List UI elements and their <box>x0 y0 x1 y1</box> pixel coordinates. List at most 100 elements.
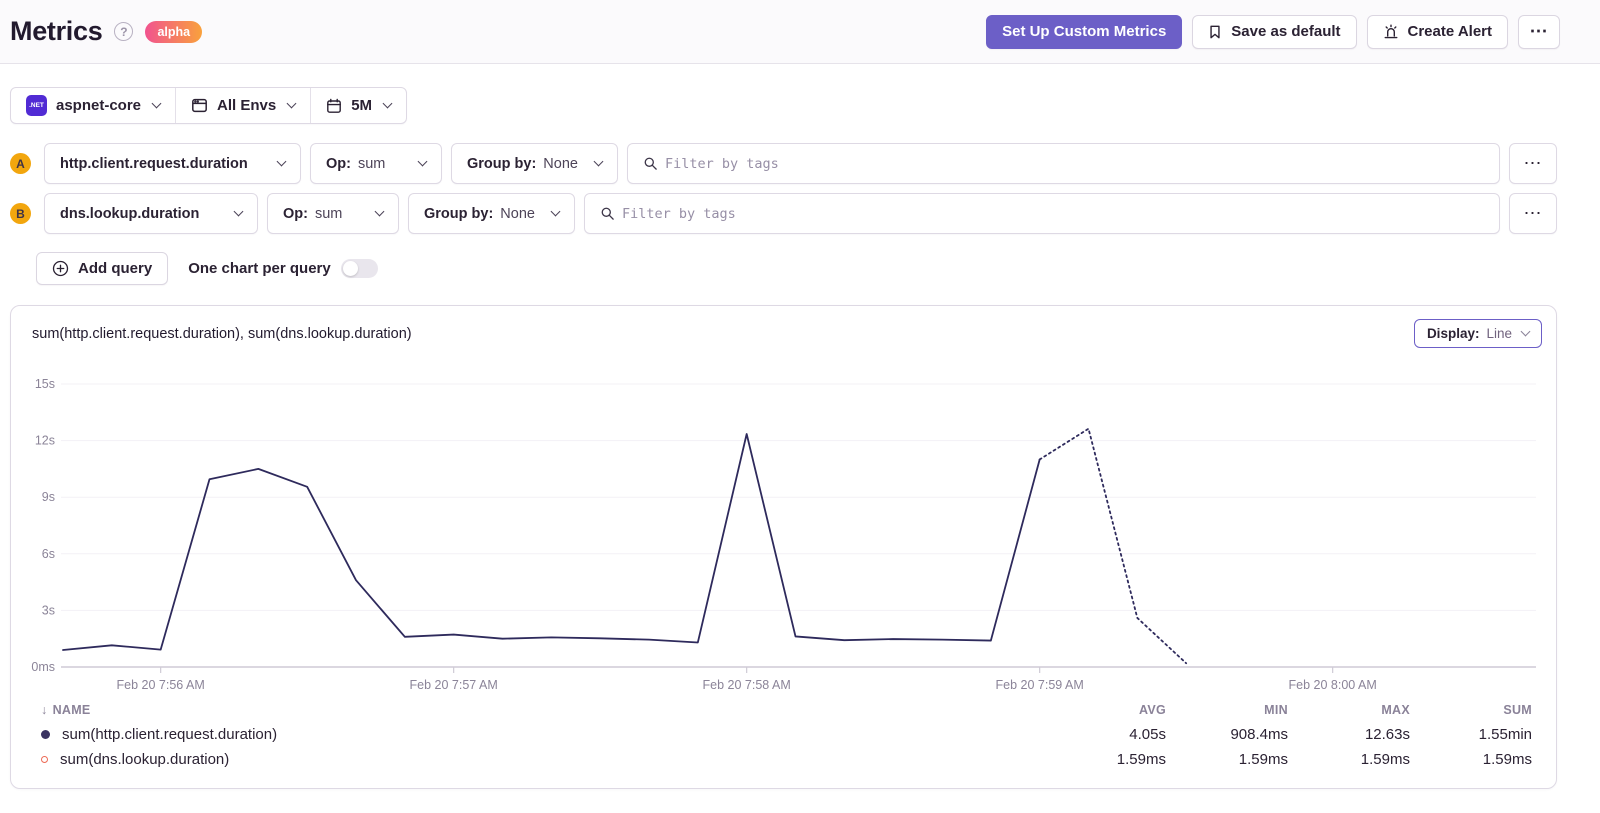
svg-text:Feb 20 7:58 AM: Feb 20 7:58 AM <box>703 678 791 692</box>
tag-filter-input[interactable] <box>622 205 1484 222</box>
sort-descending-icon[interactable]: ↓ <box>41 703 48 717</box>
toggle-knob <box>342 261 358 276</box>
query-more-button[interactable]: ⋯ <box>1509 143 1557 184</box>
query-actions-row: Add query One chart per query <box>10 252 1557 285</box>
table-row[interactable]: sum(dns.lookup.duration) 1.59ms 1.59ms 1… <box>41 747 1532 772</box>
svg-text:Feb 20 8:00 AM: Feb 20 8:00 AM <box>1289 678 1377 692</box>
op-label: Op: <box>326 155 351 172</box>
page-filter-bar: .NET aspnet-core All Envs 5M <box>10 87 408 124</box>
series-name: sum(dns.lookup.duration) <box>60 751 230 768</box>
column-avg[interactable]: AVG <box>1044 703 1166 717</box>
chart-panel: sum(http.client.request.duration), sum(d… <box>10 305 1557 789</box>
op-label: Op: <box>283 205 308 222</box>
alpha-badge: alpha <box>145 20 203 43</box>
column-max[interactable]: MAX <box>1288 703 1410 717</box>
metric-select-value: dns.lookup.duration <box>60 205 200 222</box>
sum-value: 1.55min <box>1478 726 1532 743</box>
svg-text:Feb 20 7:57 AM: Feb 20 7:57 AM <box>410 678 498 692</box>
avg-value: 1.59ms <box>1116 751 1166 768</box>
chevron-down-icon <box>286 98 297 109</box>
svg-text:Feb 20 7:56 AM: Feb 20 7:56 AM <box>117 678 205 692</box>
min-value: 1.59ms <box>1238 751 1288 768</box>
page-header: Metrics ? alpha Set Up Custom Metrics Sa… <box>0 0 1600 64</box>
max-value: 12.63s <box>1364 726 1410 743</box>
op-select[interactable]: Op: sum <box>267 193 399 234</box>
timerange-select[interactable]: 5M <box>310 88 406 123</box>
environment-select[interactable]: All Envs <box>175 88 310 123</box>
sum-value: 1.59ms <box>1482 751 1532 768</box>
bookmark-icon <box>1208 24 1222 40</box>
header-more-button[interactable]: ⋯ <box>1518 14 1560 49</box>
calendar-icon <box>326 98 342 114</box>
query-row-a: A http.client.request.duration Op: sum G… <box>10 143 1557 184</box>
column-min[interactable]: MIN <box>1166 703 1288 717</box>
dotnet-icon: .NET <box>26 95 47 116</box>
chevron-down-icon <box>593 156 604 167</box>
metrics-line-chart[interactable]: 0ms 3s 6s 9s 12s 15s Feb 20 7:56 AM Feb 20 7:57… <box>21 356 1551 696</box>
one-chart-per-query-toggle[interactable] <box>340 259 378 278</box>
series-marker-filled-icon <box>41 730 50 739</box>
series-marker-open-icon <box>41 756 48 763</box>
metric-select[interactable]: http.client.request.duration <box>44 143 301 184</box>
save-as-default-button[interactable]: Save as default <box>1192 14 1357 49</box>
display-label: Display: <box>1426 326 1480 341</box>
display-value: Line <box>1486 326 1512 341</box>
setup-custom-metrics-button[interactable]: Set Up Custom Metrics <box>986 14 1183 49</box>
chevron-down-icon <box>374 206 385 217</box>
group-by-value: None <box>500 205 535 222</box>
chevron-down-icon <box>550 206 561 217</box>
one-chart-per-query-label: One chart per query <box>188 260 331 277</box>
create-alert-label: Create Alert <box>1407 23 1492 40</box>
svg-text:12s: 12s <box>35 434 55 448</box>
chevron-down-icon <box>382 98 393 109</box>
series-name: sum(http.client.request.duration) <box>62 726 278 743</box>
search-icon <box>600 206 615 221</box>
group-by-value: None <box>543 155 578 172</box>
min-value: 908.4ms <box>1230 726 1288 743</box>
create-alert-button[interactable]: Create Alert <box>1366 14 1508 49</box>
save-as-default-label: Save as default <box>1231 23 1341 40</box>
chevron-down-icon <box>151 98 162 109</box>
summary-table: ↓ NAME AVG MIN MAX SUM sum(http.client.r… <box>11 698 1556 772</box>
query-letter-badge: A <box>10 153 31 174</box>
chevron-down-icon <box>276 156 287 167</box>
help-icon[interactable]: ? <box>114 22 134 41</box>
query-more-button[interactable]: ⋯ <box>1509 193 1557 234</box>
op-value: sum <box>357 155 386 172</box>
add-query-label: Add query <box>78 260 153 277</box>
group-by-label: Group by: <box>467 155 537 172</box>
chevron-down-icon <box>417 156 428 167</box>
group-by-select[interactable]: Group by: None <box>408 193 575 234</box>
metric-select[interactable]: dns.lookup.duration <box>44 193 258 234</box>
display-type-select[interactable]: Display: Line <box>1413 319 1542 348</box>
group-by-select[interactable]: Group by: None <box>451 143 618 184</box>
svg-text:0ms: 0ms <box>31 660 55 674</box>
metric-select-value: http.client.request.duration <box>60 155 248 172</box>
tag-filter-box <box>584 193 1500 234</box>
add-query-button[interactable]: Add query <box>36 252 169 285</box>
column-name[interactable]: NAME <box>53 703 91 717</box>
svg-text:Feb 20 7:59 AM: Feb 20 7:59 AM <box>996 678 1084 692</box>
group-by-label: Group by: <box>424 205 494 222</box>
chevron-down-icon <box>1520 326 1531 337</box>
op-value: sum <box>314 205 343 222</box>
siren-icon <box>1383 24 1399 40</box>
column-sum[interactable]: SUM <box>1410 703 1532 717</box>
table-row[interactable]: sum(http.client.request.duration) 4.05s … <box>41 722 1532 747</box>
environment-select-value: All Envs <box>217 97 277 114</box>
page-title: Metrics <box>10 16 103 46</box>
svg-text:3s: 3s <box>42 603 55 617</box>
window-icon <box>191 97 208 114</box>
chevron-down-icon <box>233 206 244 217</box>
summary-table-header: ↓ NAME AVG MIN MAX SUM <box>41 698 1532 722</box>
search-icon <box>643 156 658 171</box>
svg-text:9s: 9s <box>42 490 55 504</box>
plus-circle-icon <box>52 260 69 277</box>
project-select[interactable]: .NET aspnet-core <box>11 88 175 123</box>
max-value: 1.59ms <box>1360 751 1410 768</box>
metrics-main: .NET aspnet-core All Envs 5M A http.clie… <box>0 64 1600 789</box>
op-select[interactable]: Op: sum <box>310 143 442 184</box>
tag-filter-box <box>627 143 1500 184</box>
tag-filter-input[interactable] <box>665 155 1484 172</box>
project-select-value: aspnet-core <box>56 97 142 114</box>
